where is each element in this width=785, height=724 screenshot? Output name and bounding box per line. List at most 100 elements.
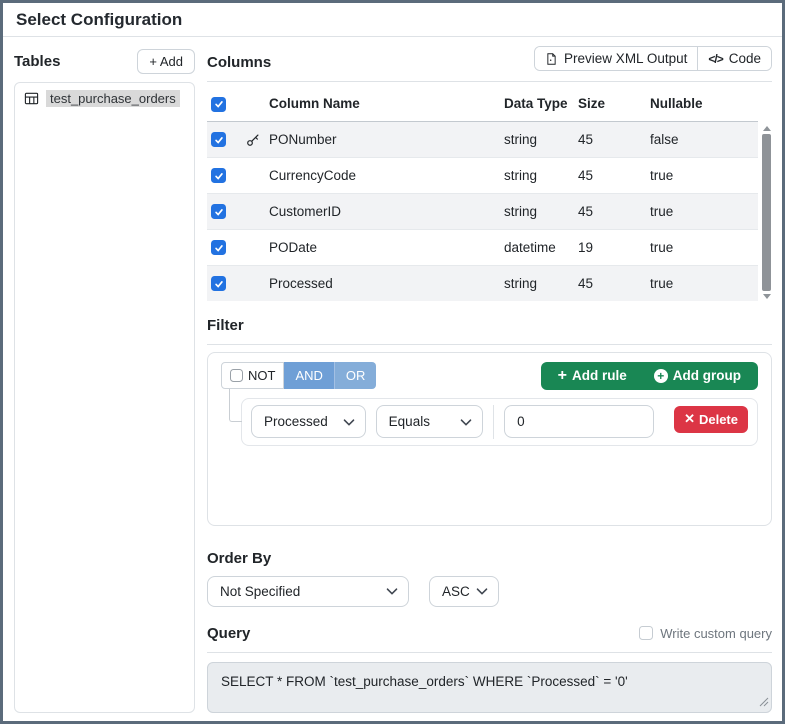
tables-heading: Tables: [14, 53, 60, 70]
write-custom-query-toggle[interactable]: Write custom query: [639, 626, 772, 641]
chevron-down-icon: [386, 588, 398, 596]
table-row: PODate datetime 19 true: [207, 229, 758, 265]
cell-column-name: CustomerID: [265, 193, 500, 229]
order-by-heading: Order By: [207, 550, 772, 567]
columns-divider: [207, 81, 772, 82]
rule-tree-connector: [229, 389, 242, 422]
cell-size: 45: [574, 157, 646, 193]
add-group-button[interactable]: + Add group: [648, 367, 747, 384]
preview-xml-button[interactable]: Preview XML Output: [535, 47, 697, 70]
resize-handle-icon[interactable]: [759, 695, 769, 710]
table-icon: [24, 91, 39, 106]
chevron-down-icon: [343, 419, 355, 427]
cell-data-type: datetime: [500, 229, 574, 265]
chevron-down-icon: [476, 588, 488, 596]
table-row: PONumber string 45 false: [207, 121, 758, 157]
select-configuration-dialog: Select Configuration Tables + Add test_p…: [0, 0, 785, 724]
rule-divider: [493, 405, 494, 439]
rule-field-select[interactable]: Processed: [251, 405, 366, 438]
scroll-down-icon[interactable]: [763, 294, 771, 299]
cell-data-type: string: [500, 265, 574, 301]
page-title: Select Configuration: [3, 3, 782, 37]
chevron-down-icon: [460, 419, 472, 427]
or-toggle[interactable]: OR: [334, 362, 377, 389]
row-checkbox[interactable]: [211, 276, 226, 291]
main-panel: Columns Preview XML Output: [207, 45, 772, 713]
not-checkbox[interactable]: [230, 369, 243, 382]
code-button[interactable]: </> Code: [697, 47, 771, 70]
code-icon: </>: [708, 52, 722, 66]
filter-rule: Processed Equals ✕ Delete: [241, 398, 758, 446]
cell-data-type: string: [500, 121, 574, 157]
filter-divider: [207, 344, 772, 345]
tables-list: test_purchase_orders: [14, 82, 195, 713]
scrollbar-thumb[interactable]: [762, 134, 771, 291]
and-toggle[interactable]: AND: [284, 362, 333, 389]
rule-value-input[interactable]: [504, 405, 654, 438]
table-row: Processed string 45 true: [207, 265, 758, 301]
filter-builder: NOT AND OR + Add rule + Add group: [207, 352, 772, 526]
cell-size: 19: [574, 229, 646, 265]
query-header: Query Write custom query: [207, 625, 772, 642]
cell-column-name: PONumber: [265, 121, 500, 157]
cell-column-name: CurrencyCode: [265, 157, 500, 193]
rule-operator-select[interactable]: Equals: [376, 405, 484, 438]
columns-header: Columns Preview XML Output: [207, 46, 772, 71]
cell-size: 45: [574, 121, 646, 157]
columns-table: Column Name Data Type Size Nullable: [207, 86, 758, 301]
cell-nullable: true: [646, 229, 758, 265]
order-direction-select[interactable]: ASC: [429, 576, 499, 607]
row-checkbox[interactable]: [211, 240, 226, 255]
cell-size: 45: [574, 265, 646, 301]
add-buttons-group: + Add rule + Add group: [541, 362, 758, 390]
query-heading: Query: [207, 625, 250, 642]
columns-heading: Columns: [207, 54, 271, 71]
row-checkbox[interactable]: [211, 168, 226, 183]
cell-data-type: string: [500, 157, 574, 193]
row-checkbox[interactable]: [211, 204, 226, 219]
query-divider: [207, 652, 772, 653]
scroll-up-icon[interactable]: [763, 126, 771, 131]
table-row: CustomerID string 45 true: [207, 193, 758, 229]
columns-table-header-row: Column Name Data Type Size Nullable: [207, 86, 758, 121]
filter-toolbar: NOT AND OR + Add rule + Add group: [221, 362, 758, 390]
header-size: Size: [574, 86, 646, 121]
cell-column-name: Processed: [265, 265, 500, 301]
header-nullable: Nullable: [646, 86, 758, 121]
table-list-item[interactable]: test_purchase_orders: [24, 90, 185, 107]
tables-panel-header: Tables + Add: [14, 49, 195, 74]
order-by-field-select[interactable]: Not Specified: [207, 576, 409, 607]
cell-size: 45: [574, 193, 646, 229]
custom-query-checkbox[interactable]: [639, 626, 653, 640]
add-rule-button[interactable]: + Add rule: [552, 367, 633, 385]
select-all-checkbox[interactable]: [211, 97, 226, 112]
columns-table-wrap: Column Name Data Type Size Nullable: [207, 86, 772, 301]
cell-nullable: true: [646, 193, 758, 229]
header-column-name: Column Name: [265, 86, 500, 121]
query-textarea[interactable]: SELECT * FROM `test_purchase_orders` WHE…: [207, 662, 772, 713]
cell-data-type: string: [500, 193, 574, 229]
not-toggle[interactable]: NOT: [221, 362, 284, 389]
close-icon: ✕: [684, 411, 695, 427]
row-checkbox[interactable]: [211, 132, 226, 147]
table-name-label: test_purchase_orders: [46, 90, 180, 107]
tables-panel: Tables + Add test_purchase_orders: [14, 45, 195, 713]
plus-icon: +: [558, 368, 567, 384]
plus-circle-icon: +: [654, 369, 668, 383]
order-by-controls: Not Specified ASC: [207, 576, 772, 607]
cell-nullable: true: [646, 265, 758, 301]
cell-nullable: true: [646, 157, 758, 193]
output-button-group: Preview XML Output </> Code: [534, 46, 772, 71]
cell-column-name: PODate: [265, 229, 500, 265]
table-row: CurrencyCode string 45 true: [207, 157, 758, 193]
delete-rule-button[interactable]: ✕ Delete: [674, 406, 748, 433]
file-icon: [545, 52, 558, 66]
dialog-content: Tables + Add test_purchase_orders: [3, 37, 782, 721]
condition-group: NOT AND OR: [221, 362, 376, 389]
add-table-button[interactable]: + Add: [137, 49, 195, 74]
columns-table-scrollbar[interactable]: [761, 126, 772, 299]
primary-key-icon: [246, 133, 260, 147]
cell-nullable: false: [646, 121, 758, 157]
filter-heading: Filter: [207, 317, 772, 334]
header-data-type: Data Type: [500, 86, 574, 121]
